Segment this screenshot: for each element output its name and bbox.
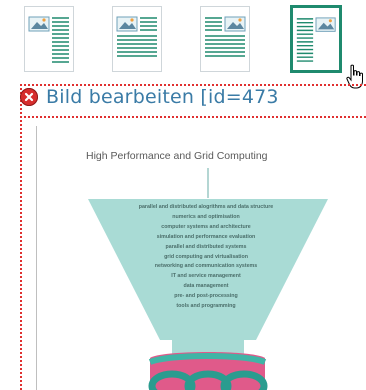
funnel-item: computer systems and architecture bbox=[161, 223, 251, 230]
funnel-text-list: parallel and distributed alogrithms and … bbox=[84, 203, 328, 312]
close-x-glyph bbox=[20, 88, 38, 106]
image-left-text-right-icon bbox=[28, 16, 69, 63]
funnel-item: parallel and distributed alogrithms and … bbox=[138, 204, 274, 210]
funnel-item: pre- and post-processing bbox=[174, 293, 238, 300]
layout-button-image-right-text-left[interactable] bbox=[290, 5, 342, 73]
funnel-item: networking and communication systems bbox=[154, 263, 258, 270]
funnel-item: grid computing and virtualisation bbox=[164, 253, 248, 260]
edit-image-label[interactable]: Bild bearbeiten [id=473 bbox=[46, 86, 279, 108]
funnel-item: parallel and distributed systems bbox=[165, 243, 247, 250]
layout-button-image-right-text-wrap[interactable] bbox=[200, 6, 250, 72]
image-right-text-left-icon bbox=[296, 17, 336, 62]
image-left-text-wrap-icon bbox=[116, 16, 157, 57]
funnel-item: tools and programming bbox=[176, 303, 236, 310]
layout-button-image-left-text-wrap[interactable] bbox=[112, 6, 162, 72]
panel-header: Bild bearbeiten [id=473 bbox=[20, 84, 366, 118]
funnel-item: simulation and performance evaluation bbox=[156, 233, 256, 240]
close-icon[interactable] bbox=[20, 88, 38, 106]
funnel-item: numerics and optimisation bbox=[172, 213, 240, 220]
diagram-title: High Performance and Grid Computing bbox=[86, 150, 268, 162]
funnel-item: IT and service management bbox=[171, 273, 241, 280]
layout-button-image-left-text-right[interactable] bbox=[24, 6, 74, 72]
left-guide-line bbox=[36, 126, 37, 390]
layout-toolbar bbox=[0, 0, 366, 82]
image-right-text-wrap-icon bbox=[205, 16, 246, 57]
funnel-item: data management bbox=[183, 283, 229, 290]
